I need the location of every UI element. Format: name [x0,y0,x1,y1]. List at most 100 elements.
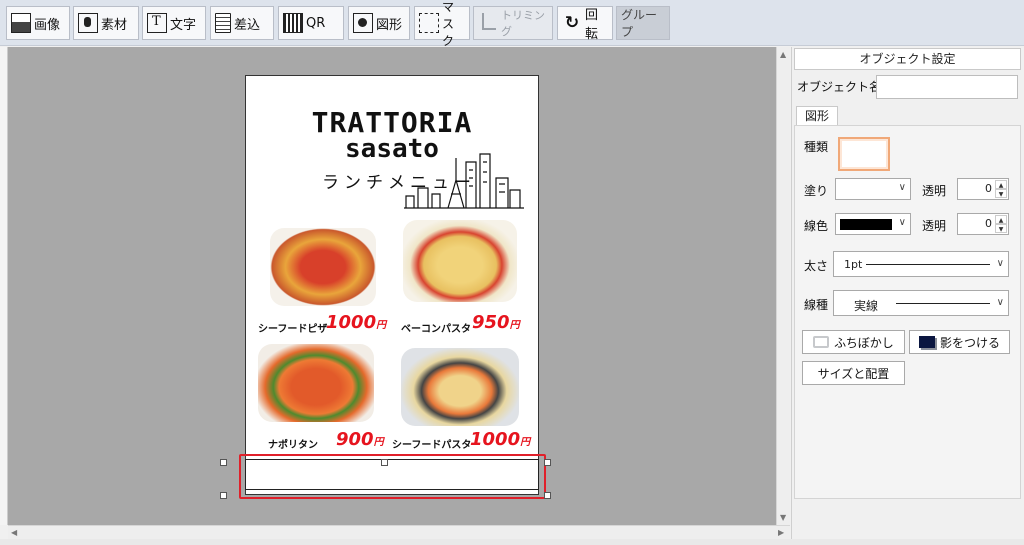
menu-price-1-unit: 円 [376,320,387,331]
material-button-label: 素材 [101,17,128,33]
scroll-up-icon[interactable]: ▲ [780,50,786,59]
line-type-line-preview [896,303,990,304]
line-opacity-value: 0 [985,217,992,230]
dish-photo-seafood-pasta[interactable] [401,348,519,426]
menu-price-1-value: 1000 [326,312,377,333]
dish-photo-seafood-pizza[interactable] [270,228,376,306]
rotate-button-label: 回転 [585,8,599,42]
type-label: 種類 [804,140,829,154]
tab-shape[interactable]: 図形 [796,106,838,126]
mask-icon [419,13,439,33]
line-type-value: 実線 [854,299,879,313]
rotate-icon: ↻ [564,13,580,33]
menu-name-4[interactable]: シーフードパスタ [392,436,471,451]
material-button[interactable]: 素材 [73,6,139,40]
menu-name-1[interactable]: シーフードピザ [258,320,327,335]
object-name-label: オブジェクト名 [797,80,882,94]
menu-price-4[interactable]: 1000円 [470,429,530,450]
fill-opacity-stepper[interactable]: 0 ▲ ▼ [957,178,1009,200]
menu-price-2[interactable]: 950円 [472,312,520,333]
line-type-label: 線種 [804,298,829,312]
group-button[interactable]: グループ [616,6,670,40]
merge-button-label: 差込 [234,17,261,33]
flyer-page[interactable]: TRATTORIA sasato ランチメニュー シーフードピザ 1000円 ベ… [245,75,539,495]
crop-button-label: トリミング [501,9,545,38]
dish-photo-bacon-pasta[interactable] [403,220,517,302]
resize-handle-top-center[interactable] [381,459,388,466]
blur-edge-button[interactable]: ふちぼかし [802,330,905,354]
qr-button[interactable]: QR [278,6,344,40]
qr-icon [283,13,303,33]
skyline-illustration[interactable] [404,150,524,210]
menu-name-3[interactable]: ナポリタン [268,436,318,451]
thickness-line-preview [866,264,990,265]
vertical-scrollbar[interactable]: ▲ ▼ [776,47,790,525]
merge-icon [215,13,231,33]
menu-price-2-value: 950 [472,312,510,333]
rotate-button[interactable]: ↻ 回転 [557,6,613,42]
image-button[interactable]: 画像 [6,6,70,40]
image-button-label: 画像 [34,17,61,33]
blur-edge-button-label: ふちぼかし [834,335,894,350]
selection-highlight [239,454,546,499]
size-position-button[interactable]: サイズと配置 [802,361,905,385]
chevron-down-icon: ∨ [898,217,906,228]
chevron-down-icon: ∨ [898,182,906,193]
menu-name-2[interactable]: ベーコンパスタ [401,320,471,335]
fill-color-select[interactable]: ∨ [835,178,911,200]
qr-button-label: QR [306,15,326,31]
menu-price-4-unit: 円 [520,437,531,448]
horizontal-scrollbar[interactable]: ◀ ▶ [8,525,790,539]
object-settings-panel: オブジェクト設定 オブジェクト名 図形 種類 塗り ∨ 透明 0 ▲ ▼ 線色 … [791,47,1024,539]
spin-up-icon[interactable]: ▲ [995,180,1007,189]
group-button-label: グループ [621,8,658,39]
resize-handle-bottom-right[interactable] [544,492,551,499]
left-ruler [0,47,8,525]
resize-handle-top-left[interactable] [220,459,227,466]
line-color-select[interactable]: ∨ [835,213,911,235]
scroll-down-icon[interactable]: ▼ [780,513,786,522]
toolbar: 画像 素材 文字 差込 QR 図形 マスク トリミング ↻ 回転 グループ [0,0,1024,48]
shape-button[interactable]: 図形 [348,6,410,40]
mask-button-label: マスク [442,0,455,48]
text-button[interactable]: 文字 [142,6,206,40]
add-shadow-button[interactable]: 影をつける [909,330,1010,354]
spin-up-icon[interactable]: ▲ [995,215,1007,224]
thickness-select[interactable]: 1pt ∨ [833,251,1009,277]
line-color-preview [840,219,892,230]
merge-button[interactable]: 差込 [210,6,274,40]
scroll-left-icon[interactable]: ◀ [11,528,17,537]
add-shadow-button-label: 影をつける [939,335,1000,350]
resize-handle-bottom-left[interactable] [220,492,227,499]
menu-price-1[interactable]: 1000円 [326,312,386,333]
object-name-input[interactable] [876,75,1018,99]
shape-type-swatch[interactable] [838,137,890,171]
dish-photo-napolitan[interactable] [258,344,374,422]
shape-icon [353,13,373,33]
line-opacity-label: 透明 [922,219,947,233]
image-icon [11,13,31,33]
chevron-down-icon: ∨ [996,258,1004,269]
resize-handle-top-right[interactable] [544,459,551,466]
crop-button[interactable]: トリミング [473,6,553,40]
text-button-label: 文字 [170,17,197,33]
material-icon [78,13,98,33]
chevron-down-icon: ∨ [996,297,1004,308]
scroll-right-icon[interactable]: ▶ [778,528,784,537]
mask-button[interactable]: マスク [414,0,470,48]
panel-title: オブジェクト設定 [794,48,1021,70]
spin-down-icon[interactable]: ▼ [995,189,1007,198]
line-opacity-stepper[interactable]: 0 ▲ ▼ [957,213,1009,235]
line-type-select[interactable]: 実線 ∨ [833,290,1009,316]
blur-edge-icon [813,336,830,348]
fill-label: 塗り [804,184,829,198]
text-icon [147,13,167,33]
menu-price-3-unit: 円 [373,437,384,448]
shape-button-label: 図形 [376,17,403,33]
spin-down-icon[interactable]: ▼ [995,224,1007,233]
menu-price-3[interactable]: 900円 [336,429,384,450]
fill-opacity-value: 0 [985,182,992,195]
line-color-label: 線色 [804,219,829,233]
crop-icon [478,13,498,33]
thickness-label: 太さ [804,259,829,273]
